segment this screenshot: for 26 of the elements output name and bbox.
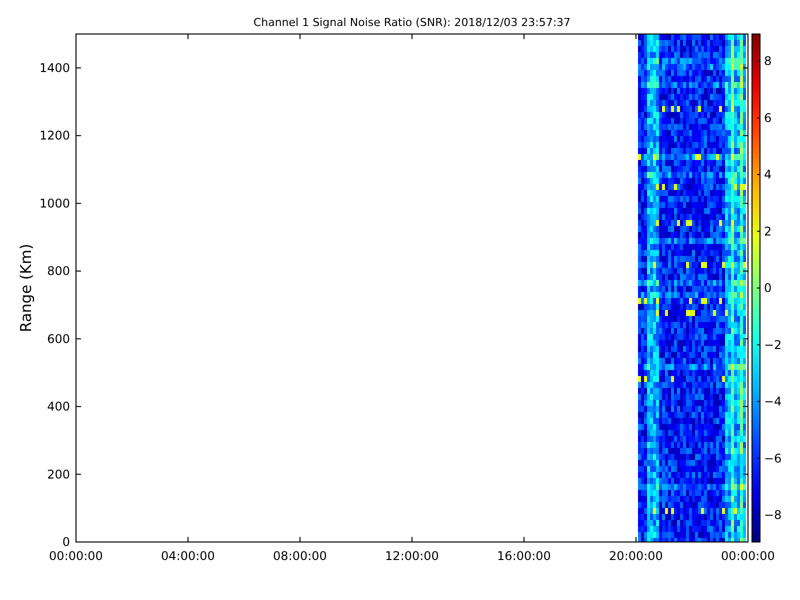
tick-label: 200 [47, 467, 70, 482]
axis-label: Range (Km) [17, 244, 35, 332]
tick-label: 600 [47, 332, 70, 346]
tick-label: 0 [764, 281, 772, 295]
tick-label: 8 [764, 54, 772, 68]
tick-label: 00:00:00 [49, 549, 103, 563]
tick-label: 4 [764, 168, 772, 182]
tick-label: 04:00:00 [161, 549, 215, 563]
tick-label: 2 [764, 224, 772, 238]
tick-label: 6 [764, 110, 772, 125]
tick-label: 1200 [39, 128, 70, 143]
tick-label: 400 [47, 400, 70, 414]
tick-label: 1400 [39, 60, 70, 75]
tick-label: −4 [764, 394, 782, 408]
tick-label: 1000 [39, 196, 70, 210]
tick-label: −2 [764, 338, 782, 352]
tick-label: 12:00:00 [385, 549, 439, 563]
tick-label: 00:00:00 [721, 549, 775, 563]
tick-label: 16:00:00 [497, 549, 551, 563]
chart-title: Channel 1 Signal Noise Ratio (SNR): 2018/12/03 23:57:37 [253, 16, 571, 29]
tick-label: 08:00:00 [273, 549, 327, 563]
tick-label: 800 [47, 264, 70, 278]
tick-label: −8 [764, 508, 782, 522]
tick-label: 20:00:00 [609, 549, 663, 563]
tick-label: 0 [62, 535, 70, 549]
tick-label: −6 [764, 451, 782, 466]
